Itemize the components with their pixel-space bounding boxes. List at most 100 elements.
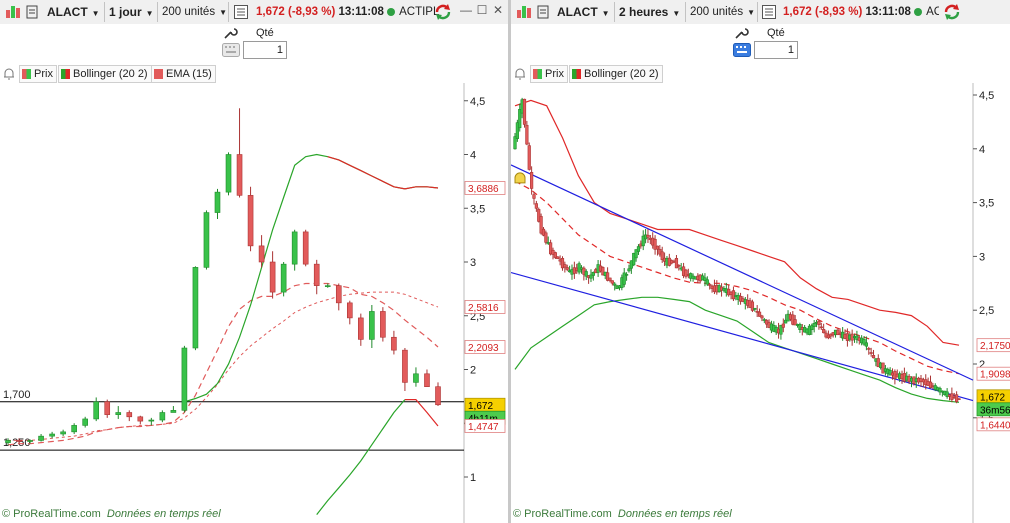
left-candle [5, 440, 11, 443]
price-display: 1,672 (-8,93 %) 13:11:08 ACT [783, 3, 939, 21]
right-candle [527, 145, 531, 170]
units-selector[interactable]: 200 unités ▼ [162, 3, 227, 21]
wrench-icon[interactable] [222, 26, 238, 40]
units-selector[interactable]: 200 unités ▼ [690, 3, 755, 21]
calculator-icon[interactable] [762, 5, 776, 19]
price-change: (-8,93 %) [287, 6, 336, 18]
left-candle [104, 401, 111, 415]
refresh-icon[interactable] [434, 3, 452, 21]
legend-bollinger[interactable]: Bollinger (20 2) [58, 65, 152, 83]
market-open-icon [387, 7, 396, 16]
alert-bell-icon[interactable] [513, 67, 527, 80]
right-candle [646, 234, 650, 238]
legend-prix-label: Prix [545, 68, 564, 80]
left-candle [93, 401, 100, 420]
footer-note: Données en temps réel [106, 508, 221, 520]
left-candle [214, 191, 221, 213]
tag-bollinger-lower: 1,6440 [980, 420, 1010, 431]
market-name: ACT [926, 6, 939, 18]
left-candle [159, 412, 166, 421]
left-candle [170, 410, 177, 413]
calculator-icon[interactable] [234, 5, 248, 19]
legend-bollinger-label: Bollinger (20 2) [584, 68, 659, 80]
indicator-icon[interactable] [6, 4, 20, 20]
right-candle [655, 245, 660, 250]
symbol-label: ALACT [557, 5, 598, 19]
legend-bollinger[interactable]: Bollinger (20 2) [569, 65, 663, 83]
toolbar: ALACT ▼ 2 heures ▼ 200 unités ▼ 1,672 (-8,9… [511, 0, 1010, 25]
timeframe-selector[interactable]: 2 heures ▼ [619, 3, 680, 21]
refresh-icon[interactable] [943, 3, 961, 21]
left-candle [346, 302, 353, 319]
right-candle [677, 265, 681, 267]
symbol-selector[interactable]: ALACT ▼ [557, 3, 610, 21]
left-candle [335, 285, 342, 304]
right-candle [817, 320, 821, 326]
left-candle [302, 231, 309, 265]
left-y-tick-label: 2 [470, 365, 476, 377]
right-candle [957, 398, 961, 400]
close-button[interactable]: ✕ [492, 4, 504, 16]
left-candle [148, 419, 155, 422]
instrument-icon[interactable] [26, 5, 38, 19]
left-candle [137, 416, 144, 422]
bollinger-icon [61, 69, 70, 80]
left-candle [324, 285, 331, 287]
right-candle [869, 352, 873, 354]
right-candle [731, 290, 736, 300]
price-chart-2h[interactable]: 4,543,532,521,52,17501,90981,67236m561,6… [511, 83, 1010, 523]
symbol-label: ALACT [47, 5, 88, 19]
right-candle [781, 323, 785, 328]
wrench-icon[interactable] [733, 26, 749, 40]
units-label: 200 unités [690, 6, 744, 18]
right-y-tick-label: 4,5 [979, 90, 994, 102]
right-candle [610, 280, 614, 284]
legend-prix[interactable]: Prix [530, 65, 568, 83]
legend-prix[interactable]: Prix [19, 65, 57, 83]
chevron-down-icon: ▼ [601, 9, 610, 18]
left-candle [60, 431, 66, 435]
keyboard-icon[interactable] [222, 43, 240, 57]
quantity-input[interactable]: 1 [754, 41, 798, 59]
right-y-tick-label: 4 [979, 144, 985, 156]
tag-ema: 2,2093 [468, 343, 499, 354]
alert-bell-icon[interactable] [2, 67, 16, 80]
right-candle [565, 267, 569, 270]
left-y-tick-label: 4 [470, 150, 476, 162]
market-open-icon [914, 7, 923, 16]
right-candle [627, 268, 631, 272]
right-candle [534, 203, 538, 209]
symbol-selector[interactable]: ALACT ▼ [47, 3, 100, 21]
keyboard-icon[interactable] [733, 43, 751, 57]
chevron-down-icon: ▼ [145, 9, 154, 18]
right-y-tick-label: 2,5 [979, 305, 994, 317]
left-candle [71, 425, 77, 433]
instrument-icon[interactable] [537, 5, 549, 19]
right-candle [613, 283, 617, 286]
minimize-button[interactable]: — [460, 4, 472, 16]
legend-ema[interactable]: EMA (15) [151, 65, 216, 83]
timeframe-selector[interactable]: 1 jour ▼ [109, 3, 154, 21]
right-candle [522, 98, 527, 125]
price-chart-daily[interactable]: 4,543,532,521,511,7001,2503,68862,58162,… [0, 83, 508, 523]
bollinger-mid-line [514, 180, 960, 375]
right-candle [871, 355, 876, 359]
price-change: (-8,93 %) [814, 6, 863, 18]
left-candle [203, 212, 210, 268]
tag-last-price: 1,672 [468, 401, 493, 412]
left-candle [280, 263, 287, 293]
chevron-down-icon: ▼ [672, 9, 681, 18]
left-candle [424, 373, 430, 387]
quantity-input[interactable]: 1 [243, 41, 287, 59]
right-candle [636, 246, 641, 252]
left-candle [402, 349, 408, 383]
indicator-icon[interactable] [517, 4, 531, 20]
right-candle [822, 329, 826, 334]
left-candle [16, 440, 22, 442]
bollinger-lower-line [316, 399, 406, 515]
left-candle [27, 440, 33, 442]
last-price: 1,672 [783, 6, 812, 18]
maximize-button[interactable]: ☐ [476, 4, 488, 16]
footer: © ProRealTime.com Données en temps réel [2, 508, 221, 520]
candle-icon [533, 69, 542, 80]
